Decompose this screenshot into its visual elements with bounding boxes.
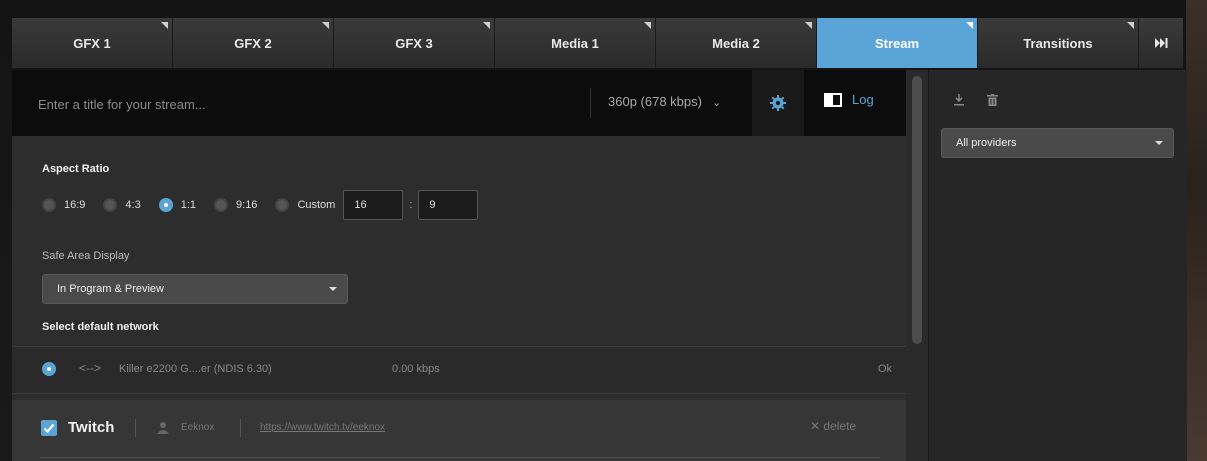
option-label: 9:16 bbox=[236, 199, 258, 211]
import-icon[interactable] bbox=[953, 94, 965, 106]
radio-icon bbox=[275, 198, 290, 212]
tab-label: GFX 1 bbox=[73, 35, 111, 51]
custom-width-input[interactable]: 16 bbox=[343, 190, 404, 220]
tab-gfx-1[interactable]: GFX 1 bbox=[12, 18, 173, 68]
trash-icon[interactable] bbox=[987, 94, 998, 106]
log-button[interactable]: Log bbox=[824, 92, 874, 107]
stream-title-input[interactable] bbox=[36, 92, 580, 116]
divider bbox=[40, 457, 880, 458]
network-label: Select default network bbox=[42, 321, 159, 333]
corner-indicator-icon bbox=[1127, 22, 1134, 29]
radio-icon bbox=[103, 198, 118, 212]
divider bbox=[240, 419, 241, 437]
scrollbar-thumb[interactable] bbox=[912, 76, 922, 344]
tab-transitions[interactable]: Transitions bbox=[978, 18, 1139, 68]
custom-height-input[interactable]: 9 bbox=[418, 190, 479, 220]
tab-label: Transitions bbox=[1023, 35, 1093, 51]
option-label: 16:9 bbox=[64, 199, 86, 211]
chevron-down-icon: ⌄ bbox=[711, 97, 722, 109]
safe-area-label: Safe Area Display bbox=[42, 250, 130, 262]
network-row[interactable]: <--> Killer e2200 G....er (NDIS 6.30) 0.… bbox=[12, 346, 906, 394]
tab-label: Media 2 bbox=[712, 35, 760, 51]
stream-title-bar: 360p (678 kbps) ⌄ Log bbox=[12, 70, 906, 136]
option-label: Custom bbox=[297, 199, 336, 211]
provider-sidebar: All providers bbox=[928, 70, 1187, 461]
vertical-scrollbar[interactable] bbox=[906, 70, 928, 461]
aspect-option-custom[interactable]: Custom bbox=[275, 198, 335, 212]
tab-label: Media 1 bbox=[551, 35, 599, 51]
tab-gfx-3[interactable]: GFX 3 bbox=[334, 18, 495, 68]
aspect-option-1-1[interactable]: 1:1 bbox=[158, 198, 197, 212]
network-rate: 0.00 kbps bbox=[392, 363, 440, 375]
aspect-ratio-label: Aspect Ratio bbox=[42, 163, 110, 175]
delete-button[interactable]: ✕ delete bbox=[810, 419, 856, 433]
tab-overflow-button[interactable] bbox=[1139, 18, 1183, 68]
providers-filter-value: All providers bbox=[956, 137, 1017, 149]
chevron-down-icon bbox=[1155, 141, 1163, 145]
network-arrows-icon: <--> bbox=[79, 361, 102, 375]
corner-indicator-icon bbox=[966, 22, 973, 29]
aspect-ratio-options: 16:9 4:3 1:1 9:16 Custom 16 : 9 bbox=[42, 190, 479, 220]
close-icon: ✕ bbox=[810, 419, 821, 433]
checkmark-icon bbox=[43, 423, 55, 434]
tab-bar: GFX 1 GFX 2 GFX 3 Media 1 Media 2 Stream… bbox=[12, 18, 1183, 68]
provider-username: Eeknox bbox=[181, 422, 215, 433]
ratio-separator: : bbox=[409, 199, 413, 211]
user-icon bbox=[157, 422, 169, 434]
log-label: Log bbox=[852, 92, 874, 107]
gear-icon bbox=[770, 95, 786, 111]
panel-icon bbox=[824, 92, 842, 107]
option-label: 4:3 bbox=[125, 199, 141, 211]
tab-stream[interactable]: Stream bbox=[817, 18, 978, 68]
network-status: Ok bbox=[877, 363, 892, 375]
providers-filter-select[interactable]: All providers bbox=[941, 128, 1174, 158]
provider-name: Twitch bbox=[68, 419, 115, 436]
chevron-down-icon bbox=[329, 287, 337, 291]
quality-dropdown[interactable]: 360p (678 kbps) ⌄ bbox=[608, 94, 721, 109]
settings-button[interactable] bbox=[752, 70, 804, 136]
provider-url-link[interactable]: https://www.twitch.tv/eeknox bbox=[260, 422, 385, 433]
tab-gfx-2[interactable]: GFX 2 bbox=[173, 18, 334, 68]
radio-selected-icon bbox=[42, 362, 56, 376]
corner-indicator-icon bbox=[483, 22, 490, 29]
safe-area-select[interactable]: In Program & Preview bbox=[42, 274, 348, 304]
aspect-option-4-3[interactable]: 4:3 bbox=[103, 198, 141, 212]
corner-indicator-icon bbox=[644, 22, 651, 29]
provider-row: Twitch Eeknox https://www.twitch.tv/eekn… bbox=[12, 400, 906, 461]
provider-enabled-checkbox[interactable] bbox=[41, 420, 57, 436]
desktop-background bbox=[1186, 0, 1207, 461]
delete-label: delete bbox=[823, 419, 857, 433]
corner-indicator-icon bbox=[161, 22, 168, 29]
aspect-option-9-16[interactable]: 9:16 bbox=[214, 198, 257, 212]
safe-area-value: In Program & Preview bbox=[57, 283, 164, 295]
tab-media-2[interactable]: Media 2 bbox=[656, 18, 817, 68]
option-label: 1:1 bbox=[180, 199, 197, 211]
radio-selected-icon bbox=[158, 198, 173, 212]
divider bbox=[590, 88, 591, 118]
skip-forward-icon bbox=[1155, 38, 1168, 48]
stream-panel: 360p (678 kbps) ⌄ Log Aspect Ratio 16:9 4… bbox=[12, 70, 906, 461]
network-name: Killer e2200 G....er (NDIS 6.30) bbox=[119, 363, 272, 375]
radio-icon bbox=[42, 198, 56, 212]
corner-indicator-icon bbox=[805, 22, 812, 29]
tab-media-1[interactable]: Media 1 bbox=[495, 18, 656, 68]
tab-label: Stream bbox=[874, 35, 920, 51]
tab-label: GFX 2 bbox=[234, 35, 272, 51]
corner-indicator-icon bbox=[322, 22, 329, 29]
radio-icon bbox=[214, 198, 229, 212]
aspect-option-16-9[interactable]: 16:9 bbox=[42, 198, 85, 212]
divider bbox=[135, 419, 136, 437]
quality-value: 360p (678 kbps) bbox=[608, 94, 702, 109]
tab-label: GFX 3 bbox=[395, 35, 433, 51]
